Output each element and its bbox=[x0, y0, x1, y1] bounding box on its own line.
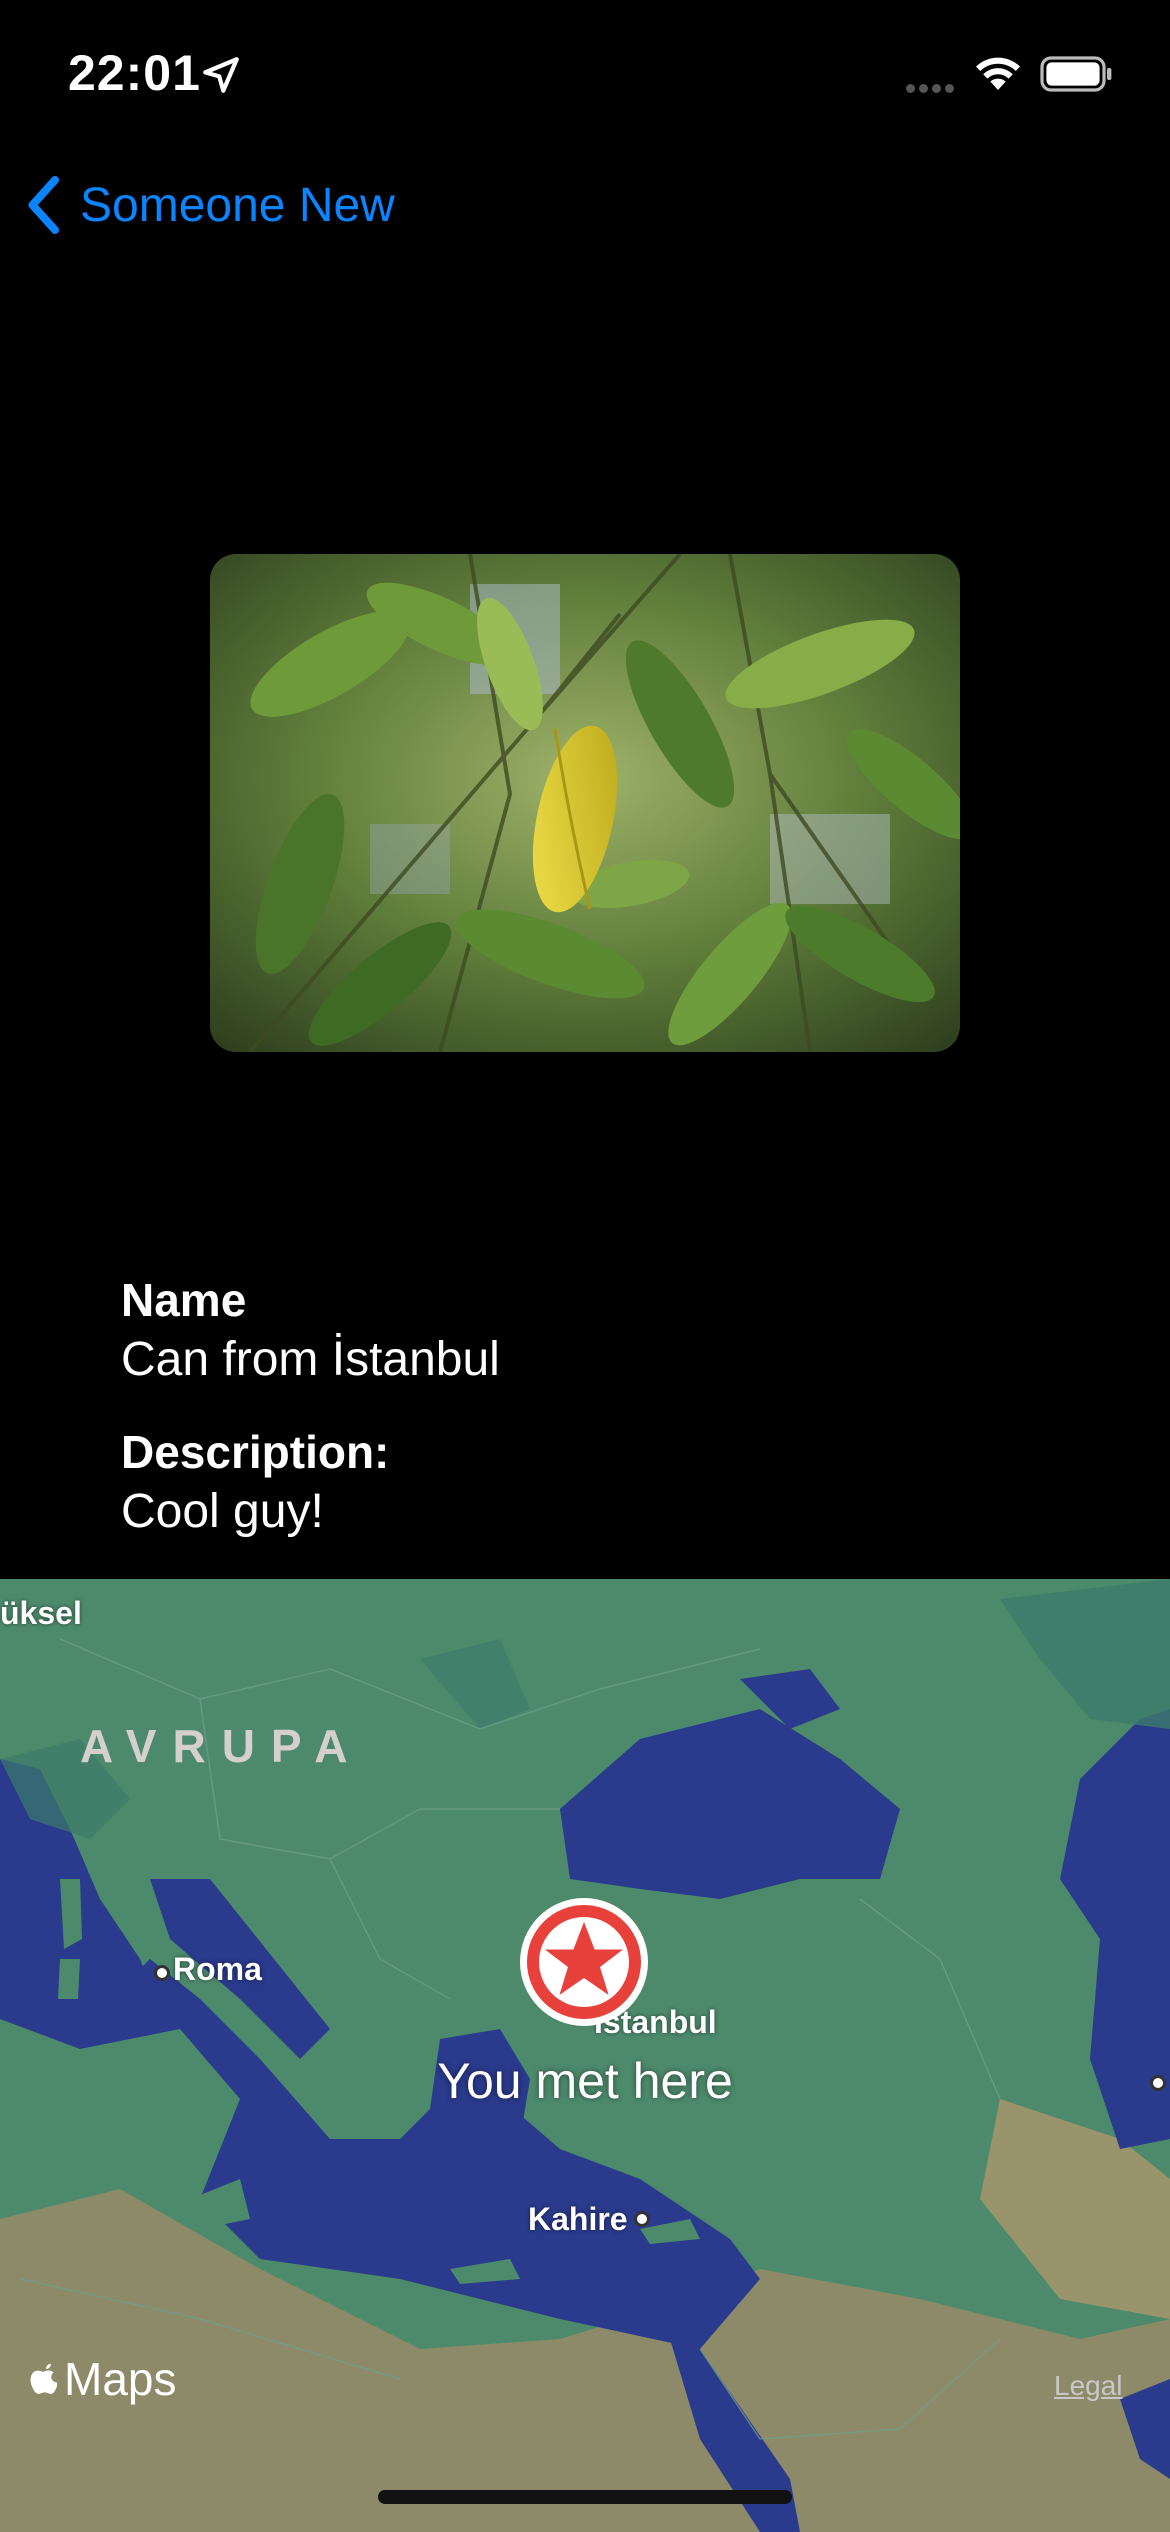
back-button-label: Someone New bbox=[80, 178, 395, 232]
map-city-label-kahire: Kahire bbox=[528, 2201, 628, 2237]
map-city-dot-roma bbox=[154, 1965, 170, 1981]
status-time: 22:01 bbox=[68, 45, 201, 101]
leaf-photo-image bbox=[210, 554, 960, 1052]
map-region-label: AVRUPA bbox=[80, 1720, 364, 1772]
pin-label: You met here bbox=[437, 2053, 733, 2109]
description-value: Cool guy! bbox=[121, 1485, 324, 1538]
map-city-label-partial: üksel bbox=[0, 1595, 82, 1631]
name-value: Can from İstanbul bbox=[121, 1333, 500, 1386]
star-location-pin-icon[interactable] bbox=[518, 1896, 650, 2028]
battery-icon bbox=[1040, 56, 1112, 92]
apple-logo-icon bbox=[30, 2363, 58, 2394]
chevron-left-icon bbox=[28, 176, 59, 234]
home-indicator[interactable] bbox=[378, 2490, 792, 2504]
wifi-icon bbox=[976, 57, 1020, 90]
person-details: Name Can from İstanbul Description: Cool… bbox=[121, 1270, 500, 1542]
map-city-dot-kahire bbox=[634, 2211, 650, 2227]
description-label: Description: bbox=[121, 1426, 390, 1478]
cellular-signal-icon bbox=[906, 80, 958, 98]
maps-label: Maps bbox=[64, 2353, 177, 2405]
back-button[interactable]: Someone New bbox=[24, 170, 395, 240]
location-arrow-icon bbox=[203, 57, 239, 93]
person-photo bbox=[210, 554, 960, 1052]
map-city-label-roma: Roma bbox=[173, 1951, 262, 1987]
apple-maps-logo: Maps bbox=[28, 2352, 176, 2406]
status-bar: 22:01 bbox=[0, 0, 1170, 150]
name-label: Name bbox=[121, 1274, 247, 1326]
legal-link[interactable]: Legal bbox=[1054, 2370, 1123, 2402]
map-city-dot-edge bbox=[1150, 2075, 1166, 2091]
